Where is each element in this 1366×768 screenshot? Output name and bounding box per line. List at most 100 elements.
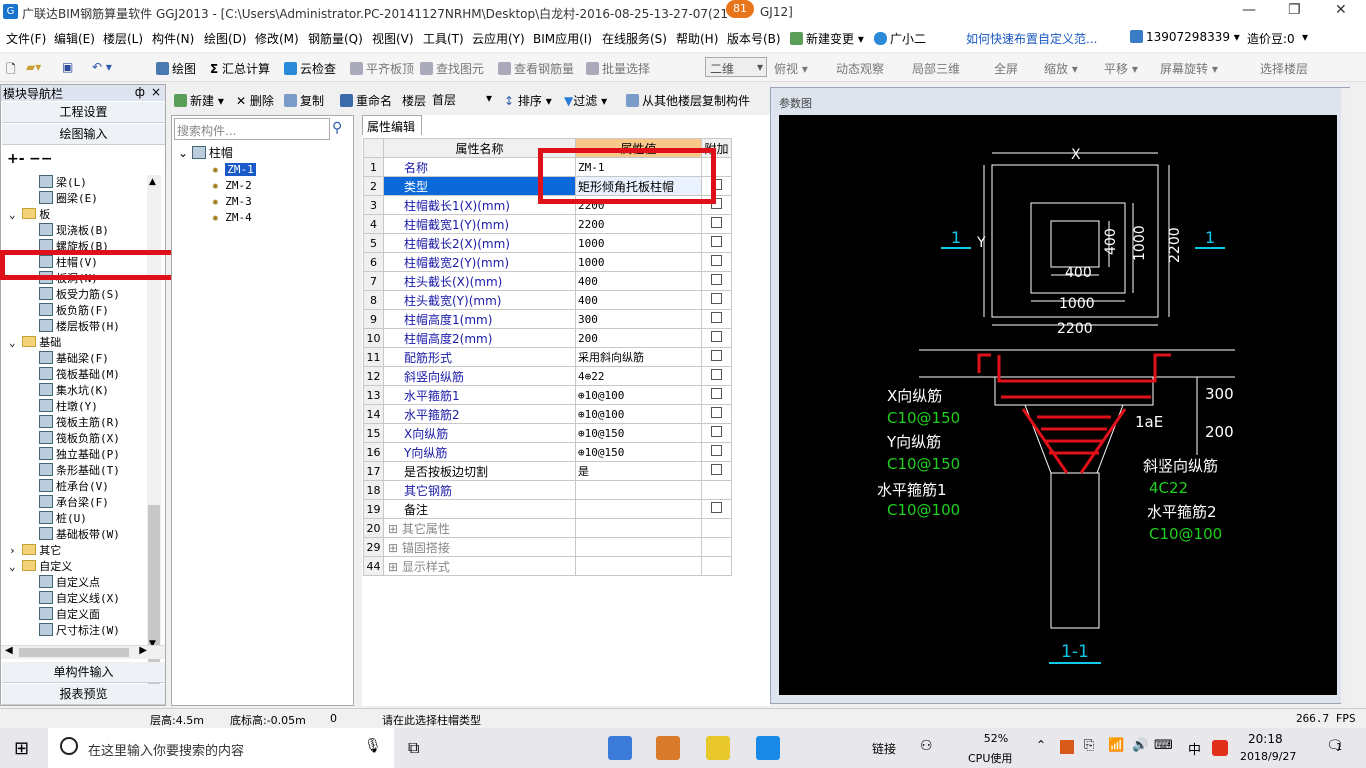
nav-tree-item[interactable]: › 其它: [9, 543, 61, 559]
add-checkbox[interactable]: [711, 217, 722, 228]
undo-icon[interactable]: ↶ ▾: [92, 60, 112, 74]
property-row[interactable]: 17 是否按板边切割是: [363, 461, 732, 481]
nav-scrollbar[interactable]: ▲ ▼: [147, 175, 161, 705]
copy-from-floor-button[interactable]: 从其他楼层复制构件: [626, 92, 750, 109]
property-value[interactable]: [575, 480, 702, 500]
search-icon[interactable]: ⚲: [332, 120, 342, 136]
volume-icon[interactable]: 🔊: [1132, 738, 1148, 753]
add-checkbox[interactable]: [711, 255, 722, 266]
zoom-button[interactable]: 缩放 ▾: [1044, 60, 1078, 77]
scroll-left-icon[interactable]: ◀: [5, 645, 13, 656]
menu-item[interactable]: 文件(F): [6, 30, 46, 47]
add-checkbox[interactable]: [711, 407, 722, 418]
menu-item[interactable]: 构件(N): [152, 30, 194, 47]
nav-tree-item[interactable]: 承台梁(F): [39, 495, 109, 511]
draw-input-button[interactable]: 绘图输入: [2, 124, 165, 145]
microphone-icon[interactable]: 🎙: [364, 738, 382, 754]
add-checkbox[interactable]: [711, 388, 722, 399]
search-input[interactable]: 搜索构件...: [174, 118, 330, 140]
property-value[interactable]: [575, 537, 702, 557]
nav-tree-item[interactable]: 柱墩(Y): [39, 399, 98, 415]
prop-tab[interactable]: 属性编辑: [362, 115, 422, 135]
pdf-app-icon[interactable]: [656, 736, 680, 760]
notes-app-icon[interactable]: [706, 736, 730, 760]
menu-item[interactable]: 云应用(Y): [472, 30, 525, 47]
nav-tree-item[interactable]: 楼层板带(H): [39, 319, 120, 335]
hscroll-thumb[interactable]: [19, 648, 129, 657]
nav-tree-item[interactable]: 桩承台(V): [39, 479, 109, 495]
nav-tree-item[interactable]: 现浇板(B): [39, 223, 109, 239]
app-icon-1[interactable]: [608, 736, 632, 760]
nav-tree-item[interactable]: 桩(U): [39, 511, 87, 527]
beans-dropdown-icon[interactable]: ▾: [1302, 30, 1308, 44]
clock-date[interactable]: 2018/9/27: [1240, 750, 1296, 763]
menu-item[interactable]: 在线服务(S): [602, 30, 667, 47]
find-element-button[interactable]: 查找图元: [420, 60, 484, 77]
beans-balance[interactable]: 造价豆:0: [1247, 30, 1295, 47]
add-checkbox[interactable]: [711, 445, 722, 456]
scroll-right-icon[interactable]: ▶: [139, 645, 147, 656]
property-row[interactable]: 9 柱帽高度1(mm) 300: [363, 309, 732, 329]
single-input-button[interactable]: 单构件输入: [2, 662, 165, 683]
property-value[interactable]: [575, 499, 702, 519]
menu-item[interactable]: 绘图(D): [204, 30, 247, 47]
menu-item[interactable]: 钢筋量(Q): [308, 30, 363, 47]
keyboard-icon[interactable]: ⌨: [1154, 738, 1173, 753]
nav-tree-item[interactable]: 自定义线(X): [39, 591, 120, 607]
property-value[interactable]: 是: [575, 461, 702, 481]
tree-toggle-icon[interactable]: ⌄: [9, 336, 22, 349]
add-checkbox[interactable]: [711, 312, 722, 323]
filter-button[interactable]: ▼过滤 ▾: [564, 92, 607, 109]
component-item[interactable]: ✹ ZM-1: [212, 162, 256, 178]
nav-tree-item[interactable]: 集水坑(K): [39, 383, 109, 399]
property-row[interactable]: 4 柱帽截宽1(Y)(mm) 2200: [363, 214, 732, 234]
property-row[interactable]: 13 水平箍筋1 ⊕10@100: [363, 385, 732, 405]
nav-tree-item[interactable]: 筏板主筋(R): [39, 415, 120, 431]
draw-button[interactable]: 绘图: [156, 60, 196, 77]
select-floor-button[interactable]: 选择楼层: [1260, 60, 1308, 77]
add-checkbox[interactable]: [711, 350, 722, 361]
property-row[interactable]: 5 柱帽截长2(X)(mm) 1000: [363, 233, 732, 253]
delete-button[interactable]: ✕ 删除: [236, 92, 274, 109]
add-checkbox[interactable]: [711, 502, 722, 513]
property-row[interactable]: 10 柱帽高度2(mm) 200: [363, 328, 732, 348]
property-row[interactable]: 12 斜竖向纵筋 4⊕22: [363, 366, 732, 386]
tray-up-icon[interactable]: ⌃: [1036, 738, 1046, 752]
expand-group-icon[interactable]: ⊞: [388, 560, 402, 574]
property-value[interactable]: [575, 556, 702, 576]
save-icon[interactable]: ▣: [62, 60, 73, 74]
menu-item[interactable]: 版本号(B): [727, 30, 781, 47]
update-badge[interactable]: 81: [726, 0, 754, 18]
align-slab-button[interactable]: 平齐板顶: [350, 60, 414, 77]
property-value[interactable]: ⊕10@150: [575, 423, 702, 443]
property-value[interactable]: ⊕10@100: [575, 385, 702, 405]
add-checkbox[interactable]: [711, 369, 722, 380]
add-checkbox[interactable]: [711, 464, 722, 475]
add-checkbox[interactable]: [711, 426, 722, 437]
nav-tree-item[interactable]: 板受力筋(S): [39, 287, 120, 303]
property-row[interactable]: 44 ⊞ 显示样式: [363, 556, 732, 576]
property-row[interactable]: 6 柱帽截宽2(Y)(mm) 1000: [363, 252, 732, 272]
floor-select[interactable]: 首层 ▾: [430, 89, 494, 107]
property-row[interactable]: 18 其它钢筋: [363, 480, 732, 500]
nav-close-icon[interactable]: ×: [151, 85, 161, 99]
view-mode-select[interactable]: 二维 ▾: [705, 57, 767, 77]
property-value[interactable]: 1000: [575, 252, 702, 272]
add-checkbox[interactable]: [711, 236, 722, 247]
property-value[interactable]: 2200: [575, 214, 702, 234]
menu-item[interactable]: 视图(V): [372, 30, 414, 47]
component-item[interactable]: ✹ ZM-3: [212, 194, 256, 210]
menu-item[interactable]: 楼层(L): [103, 30, 143, 47]
collapse-all-icon[interactable]: −−: [29, 151, 52, 167]
component-item[interactable]: ✹ ZM-2: [212, 178, 256, 194]
sort-button[interactable]: ↕ 排序 ▾: [504, 92, 552, 109]
nav-tree-item[interactable]: 板负筋(F): [39, 303, 109, 319]
nav-tree-item[interactable]: 自定义点: [39, 575, 100, 591]
sogou-icon[interactable]: [1212, 740, 1228, 756]
expand-group-icon[interactable]: ⊞: [388, 541, 402, 555]
nav-hscroll[interactable]: ◀ ▶: [1, 645, 165, 659]
property-value[interactable]: 1000: [575, 233, 702, 253]
nav-tree-item[interactable]: 尺寸标注(W): [39, 623, 120, 639]
tree-toggle-icon[interactable]: ⌄: [9, 560, 22, 573]
batch-select-button[interactable]: 批量选择: [586, 60, 650, 77]
